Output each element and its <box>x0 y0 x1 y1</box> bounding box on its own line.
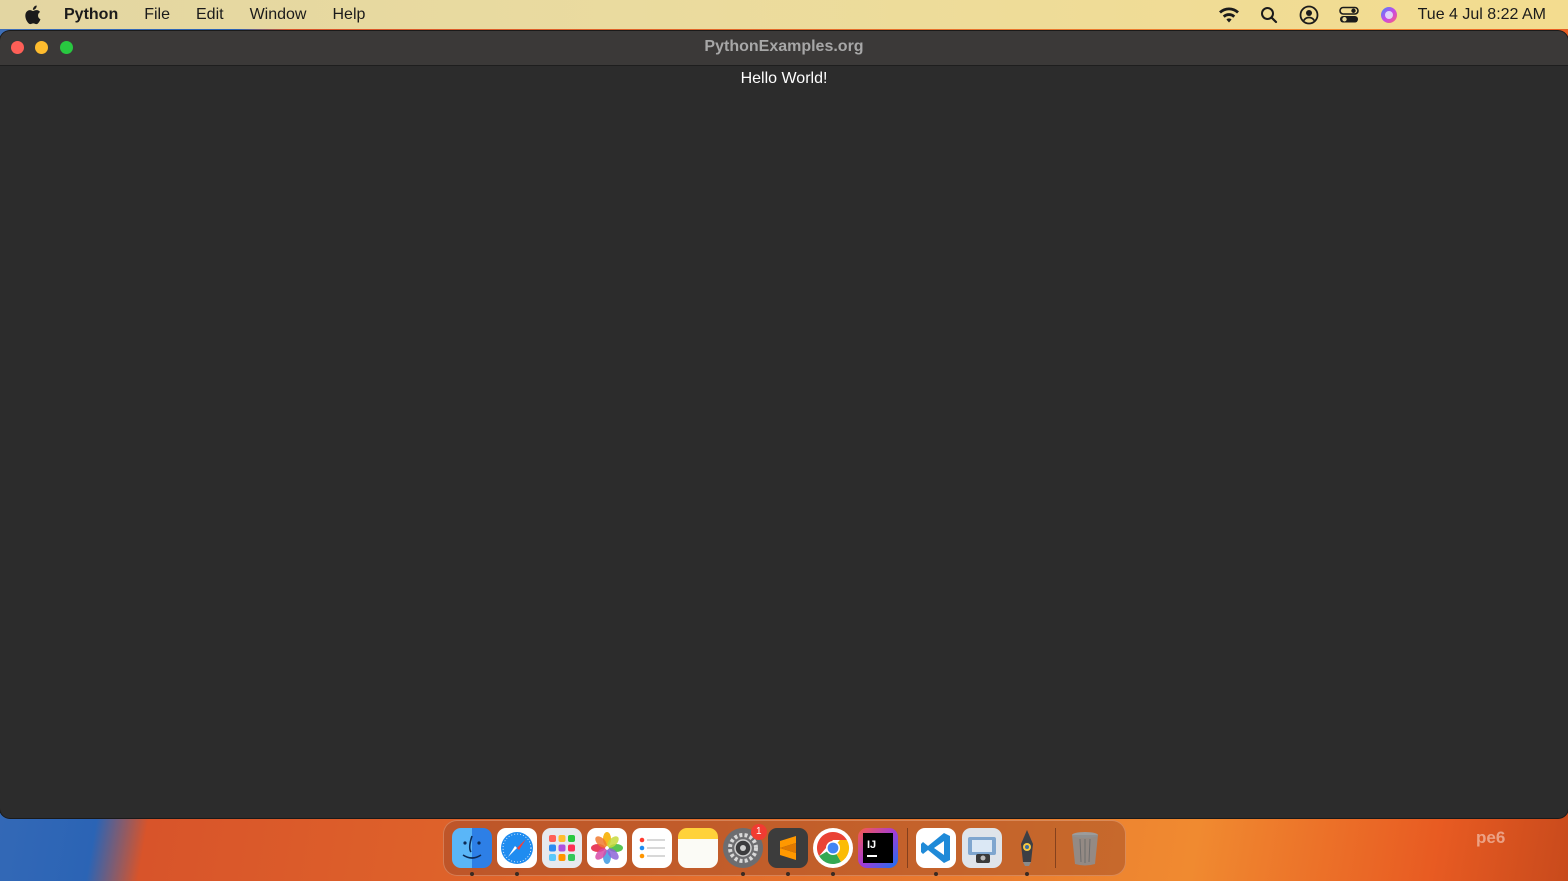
system-settings-icon[interactable]: 1 <box>722 824 767 876</box>
svg-text:IJ: IJ <box>867 839 876 851</box>
running-indicator <box>1024 872 1029 876</box>
title-bar[interactable]: PythonExamples.org <box>0 31 1568 66</box>
running-indicator <box>740 872 745 876</box>
wifi-icon[interactable] <box>1218 4 1240 26</box>
apple-logo-icon[interactable] <box>22 4 46 26</box>
menu-window[interactable]: Window <box>250 6 307 24</box>
dock-separator <box>1055 828 1057 868</box>
running-indicator <box>469 872 474 876</box>
launchpad-icon[interactable] <box>541 828 582 868</box>
photos-icon[interactable] <box>587 828 628 868</box>
search-icon[interactable] <box>1258 4 1280 26</box>
vscode-icon[interactable] <box>916 828 957 876</box>
menu-bar: Python File Edit Window Help Tue 4 Jul 8… <box>0 0 1568 29</box>
menu-file[interactable]: File <box>144 6 170 24</box>
preview-icon[interactable] <box>961 828 1002 868</box>
notes-icon[interactable] <box>677 828 718 868</box>
running-indicator <box>934 872 939 876</box>
python-launcher-icon[interactable] <box>1007 828 1047 876</box>
dock: 1 IJ <box>443 820 1126 876</box>
reminders-icon[interactable] <box>632 828 673 868</box>
notification-badge: 1 <box>750 824 767 840</box>
trash-icon[interactable] <box>1065 828 1105 868</box>
watermark-text: pe6 <box>1476 828 1506 847</box>
running-indicator <box>514 872 519 876</box>
chrome-icon[interactable] <box>813 828 854 876</box>
safari-icon[interactable] <box>496 828 537 876</box>
hello-label: Hello World! <box>740 70 828 87</box>
app-name-menu[interactable]: Python <box>64 6 118 24</box>
running-indicator <box>831 872 836 876</box>
intellij-icon[interactable]: IJ <box>858 828 899 868</box>
finder-icon[interactable] <box>451 828 492 876</box>
user-account-icon[interactable] <box>1298 4 1320 26</box>
menu-help[interactable]: Help <box>332 6 365 24</box>
siri-icon[interactable] <box>1378 4 1400 26</box>
dock-separator <box>906 828 908 868</box>
menu-edit[interactable]: Edit <box>196 6 224 24</box>
clock[interactable]: Tue 4 Jul 8:22 AM <box>1418 6 1546 24</box>
sublime-text-icon[interactable] <box>767 828 808 876</box>
control-center-icon[interactable] <box>1338 4 1360 26</box>
app-window: PythonExamples.org Hello World! <box>0 31 1568 818</box>
status-area: Tue 4 Jul 8:22 AM <box>1218 0 1568 29</box>
running-indicator <box>785 872 790 876</box>
window-title: PythonExamples.org <box>704 38 864 55</box>
